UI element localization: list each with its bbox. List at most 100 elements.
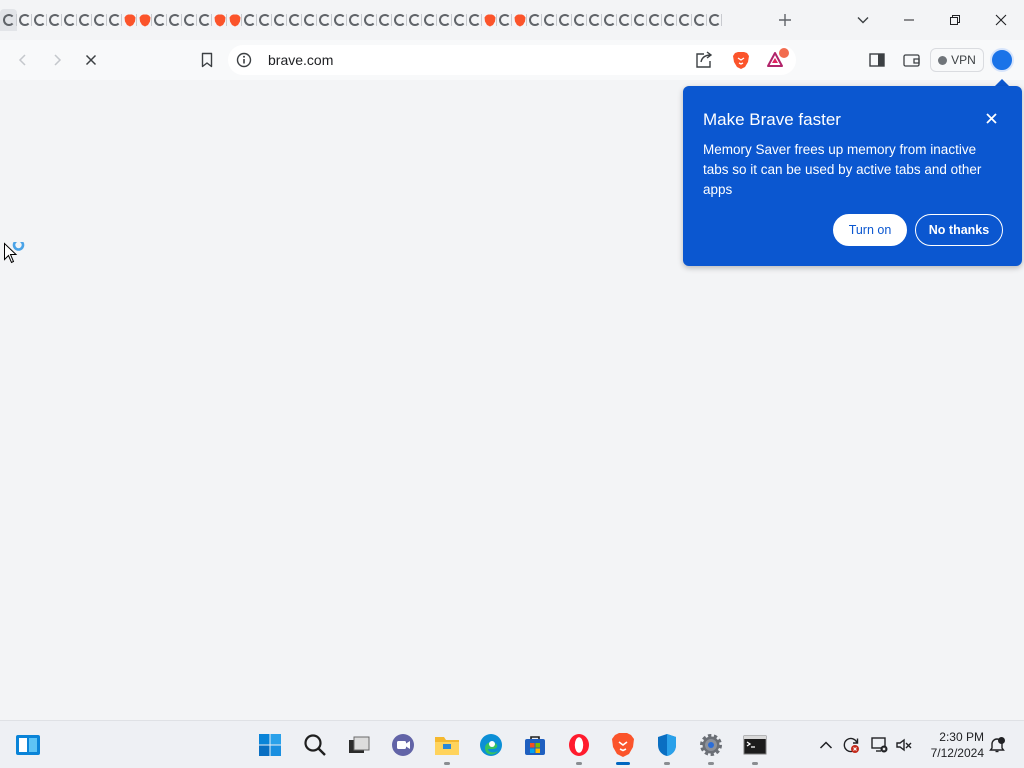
browser-tab[interactable] (272, 9, 287, 31)
store-button[interactable] (519, 729, 551, 761)
browser-tab[interactable] (572, 9, 587, 31)
sidebar-button[interactable] (865, 48, 889, 72)
widgets-button[interactable] (12, 729, 44, 761)
browser-tab[interactable] (77, 9, 92, 31)
close-window-button[interactable] (989, 8, 1013, 32)
taskbar-clock[interactable]: 2:30 PM 7/12/2024 (922, 729, 984, 761)
address-bar[interactable]: brave.com 1 (228, 45, 796, 75)
browser-tab[interactable] (302, 9, 317, 31)
task-view-button[interactable] (343, 729, 375, 761)
browser-tab[interactable] (62, 9, 77, 31)
browser-tab[interactable] (437, 9, 452, 31)
new-tab-button[interactable] (773, 8, 797, 32)
brave-shields-button[interactable] (732, 51, 750, 70)
opera-button[interactable] (563, 729, 595, 761)
brave-rewards-button[interactable]: 1 (766, 48, 789, 70)
browser-tab[interactable] (467, 9, 482, 31)
browser-tab[interactable] (602, 9, 617, 31)
browser-tab[interactable] (422, 9, 437, 31)
stop-loading-button[interactable] (79, 48, 103, 72)
turn-on-button[interactable]: Turn on (833, 214, 907, 246)
forward-button[interactable] (45, 48, 69, 72)
browser-tab[interactable] (527, 9, 542, 31)
defender-button[interactable] (651, 729, 683, 761)
browser-tab[interactable] (692, 9, 707, 31)
show-hidden-icons-button[interactable] (816, 735, 836, 755)
brave-favicon-icon (514, 14, 525, 26)
browser-tab[interactable] (137, 9, 152, 31)
bookmark-button[interactable] (195, 48, 219, 72)
popup-close-button[interactable] (981, 108, 1001, 128)
brave-favicon-icon (214, 14, 225, 26)
browser-tab[interactable] (347, 9, 362, 31)
brave-taskbar-button[interactable] (607, 729, 639, 761)
browser-tab[interactable] (257, 9, 272, 31)
browser-tab[interactable] (497, 9, 512, 31)
no-thanks-button[interactable]: No thanks (915, 214, 1003, 246)
notifications-button[interactable] (987, 735, 1007, 755)
browser-tab[interactable] (167, 9, 182, 31)
loading-spinner-icon (183, 14, 196, 26)
browser-tab[interactable] (122, 9, 137, 31)
loading-spinner-icon (243, 14, 256, 26)
browser-tab[interactable] (392, 9, 407, 31)
url-text: brave.com (268, 52, 334, 68)
browser-tab[interactable] (317, 9, 332, 31)
volume-button[interactable] (894, 735, 914, 755)
browser-tab[interactable] (32, 9, 47, 31)
running-indicator (708, 762, 714, 765)
browser-tab[interactable] (287, 9, 302, 31)
settings-button[interactable] (695, 729, 727, 761)
browser-tab[interactable] (617, 9, 632, 31)
browser-tab[interactable] (182, 9, 197, 31)
browser-tab[interactable] (47, 9, 62, 31)
browser-tab[interactable] (452, 9, 467, 31)
browser-tab[interactable] (227, 9, 242, 31)
minimize-button[interactable] (897, 8, 921, 32)
browser-tab[interactable] (332, 9, 347, 31)
edge-button[interactable] (475, 729, 507, 761)
teams-chat-button[interactable] (387, 729, 419, 761)
browser-tab[interactable] (542, 9, 557, 31)
wallet-button[interactable] (899, 48, 923, 72)
browser-tab[interactable] (482, 9, 497, 31)
browser-tab[interactable] (407, 9, 422, 31)
browser-tab[interactable] (587, 9, 602, 31)
browser-tab[interactable] (197, 9, 212, 31)
terminal-button[interactable] (739, 729, 771, 761)
share-button[interactable] (694, 51, 714, 69)
loading-spinner-icon (78, 14, 91, 26)
taskbar-search-button[interactable] (299, 729, 331, 761)
file-explorer-button[interactable] (431, 729, 463, 761)
sync-status-button[interactable] (841, 735, 861, 755)
tab-search-button[interactable] (851, 8, 875, 32)
browser-tab[interactable] (152, 9, 167, 31)
browser-tab[interactable] (362, 9, 377, 31)
loading-spinner-icon (168, 14, 181, 26)
browser-tab[interactable] (647, 9, 662, 31)
network-button[interactable] (869, 735, 889, 755)
browser-tab[interactable] (557, 9, 572, 31)
browser-tab[interactable] (92, 9, 107, 31)
browser-tab[interactable] (662, 9, 677, 31)
start-button[interactable] (254, 729, 286, 761)
browser-tab[interactable] (707, 9, 722, 31)
share-icon (696, 51, 713, 68)
browser-tab[interactable] (212, 9, 227, 31)
browser-tab[interactable] (677, 9, 692, 31)
browser-tab[interactable] (377, 9, 392, 31)
browser-tab[interactable] (17, 9, 32, 31)
browser-tab[interactable] (107, 9, 122, 31)
browser-tab[interactable] (512, 9, 527, 31)
profile-avatar-button[interactable] (990, 48, 1014, 72)
site-info-button[interactable] (236, 52, 252, 68)
browser-tab[interactable] (0, 9, 17, 31)
back-button[interactable] (11, 48, 35, 72)
restore-button[interactable] (943, 8, 967, 32)
vpn-button[interactable]: VPN (930, 48, 984, 72)
loading-spinner-icon (468, 14, 481, 26)
loading-spinner-icon (378, 14, 391, 26)
browser-tab[interactable] (632, 9, 647, 31)
browser-tab[interactable] (242, 9, 257, 31)
loading-spinner-icon (498, 14, 511, 26)
